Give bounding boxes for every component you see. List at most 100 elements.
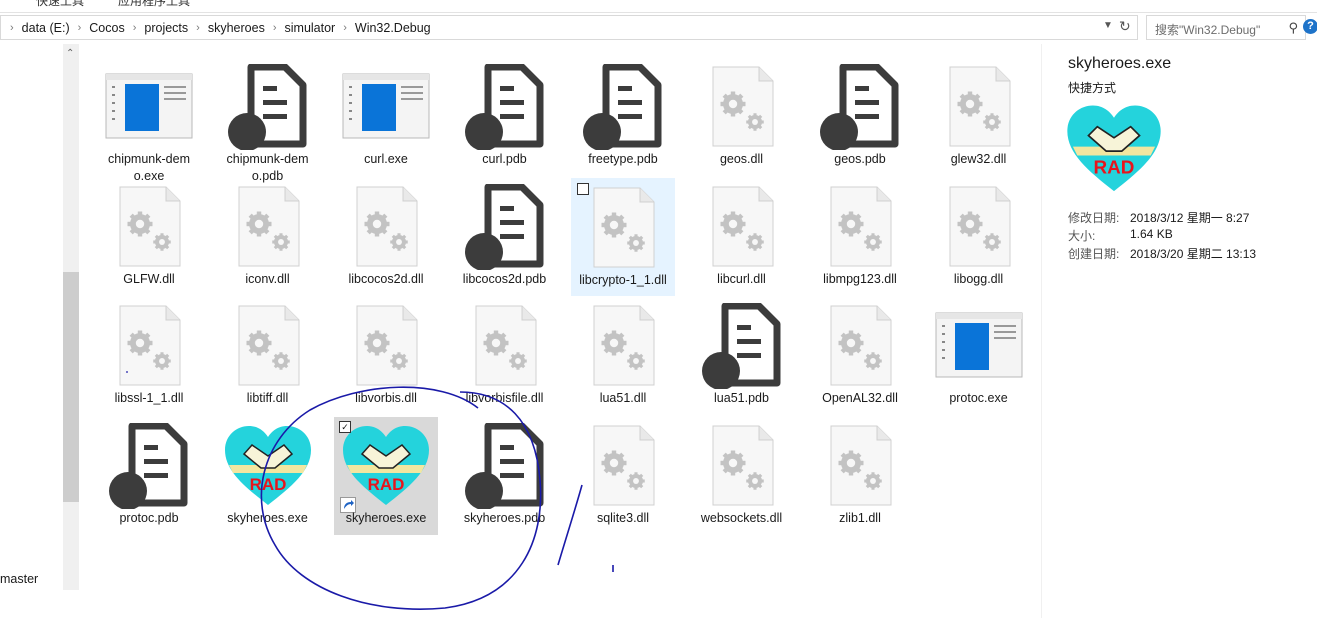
file-name: libcrypto-1_1.dll bbox=[579, 272, 667, 287]
file-item[interactable]: glew32.dll bbox=[927, 58, 1031, 176]
chevron-down-icon[interactable]: ▼ bbox=[1103, 20, 1113, 31]
pdb-file-icon bbox=[815, 63, 905, 151]
details-type: 快捷方式 bbox=[1068, 81, 1117, 95]
svg-text:RAD: RAD bbox=[368, 475, 405, 494]
file-item[interactable]: RAD ✓ skyheroes.exe bbox=[334, 416, 438, 535]
dll-gear-icon bbox=[460, 303, 550, 389]
dll-gear-icon bbox=[697, 184, 787, 270]
rad-app-icon: RAD bbox=[223, 423, 313, 509]
file-name: geos.dll bbox=[719, 152, 764, 166]
file-item[interactable]: protoc.pdb bbox=[97, 417, 201, 535]
pdb-file-icon bbox=[578, 63, 668, 151]
file-name: OpenAL32.dll bbox=[822, 391, 898, 405]
file-name: curl.pdb bbox=[482, 152, 527, 166]
search-icon[interactable]: ⚲ bbox=[1288, 20, 1298, 36]
file-name: skyheroes.pdb bbox=[463, 510, 546, 525]
file-item[interactable]: chipmunk-dem o.exe bbox=[97, 58, 201, 183]
pdb-file-icon bbox=[104, 422, 194, 510]
file-name: sqlite3.dll bbox=[596, 510, 650, 525]
pdb-file-icon bbox=[460, 422, 550, 510]
dll-gear-icon bbox=[815, 303, 905, 389]
file-item[interactable]: GLFW.dll bbox=[97, 178, 201, 296]
file-item[interactable]: sqlite3.dll bbox=[571, 417, 675, 535]
file-item[interactable]: OpenAL32.dll bbox=[808, 297, 912, 415]
file-name: libvorbis.dll bbox=[355, 391, 417, 405]
dll-gear-icon bbox=[223, 184, 313, 270]
file-item[interactable]: websockets.dll bbox=[690, 417, 794, 535]
dll-gear-icon bbox=[934, 184, 1024, 270]
dll-gear-icon bbox=[223, 303, 313, 389]
file-name: protoc.pdb bbox=[119, 510, 179, 525]
file-name: libcocos2d.dll bbox=[348, 271, 424, 286]
file-item[interactable]: libcrypto-1_1.dll bbox=[571, 177, 675, 296]
exe-window-icon bbox=[104, 64, 194, 150]
details-pane: skyheroes.exe 快捷方式 RAD 修改日期: 2018/3/12 星… bbox=[1041, 44, 1317, 618]
file-name: libssl-1_1.dll bbox=[114, 391, 184, 405]
dll-gear-icon bbox=[341, 303, 431, 389]
details-created: 创建日期: 2018/3/20 星期二 13:13 bbox=[1068, 247, 1257, 261]
search-box[interactable]: 搜索"Win32.Debug" ⚲ bbox=[1146, 15, 1306, 40]
dll-gear-icon bbox=[578, 303, 668, 389]
file-item[interactable]: freetype.pdb bbox=[571, 58, 675, 176]
file-item[interactable]: geos.dll bbox=[690, 58, 794, 176]
file-item[interactable]: libcocos2d.dll bbox=[334, 178, 438, 296]
file-item[interactable]: libssl-1_1.dll bbox=[97, 297, 201, 415]
file-item[interactable]: zlib1.dll bbox=[808, 417, 912, 535]
dll-gear-icon bbox=[697, 423, 787, 509]
file-item[interactable]: curl.pdb bbox=[453, 58, 557, 176]
exe-window-icon bbox=[934, 303, 1024, 389]
file-name: curl.exe bbox=[364, 152, 408, 166]
file-name: protoc.exe bbox=[949, 391, 1008, 405]
details-title: skyheroes.exe bbox=[1068, 55, 1172, 72]
file-item[interactable]: libogg.dll bbox=[927, 178, 1031, 296]
dll-gear-icon bbox=[578, 185, 668, 271]
file-item[interactable]: libvorbis.dll bbox=[334, 297, 438, 415]
file-item[interactable]: libtiff.dll bbox=[216, 297, 320, 415]
file-item[interactable]: lua51.pdb bbox=[690, 297, 794, 415]
file-name: zlib1.dll bbox=[839, 510, 881, 525]
pdb-file-icon bbox=[697, 302, 787, 390]
pdb-file-icon bbox=[460, 183, 550, 271]
file-name: geos.pdb bbox=[834, 152, 886, 166]
file-name: glew32.dll bbox=[950, 152, 1007, 166]
refresh-icon[interactable]: ↻ bbox=[1119, 18, 1131, 35]
dll-gear-icon bbox=[815, 184, 905, 270]
dll-gear-icon bbox=[815, 423, 905, 509]
file-item[interactable]: skyheroes.pdb bbox=[453, 417, 557, 535]
file-item[interactable]: curl.exe bbox=[334, 58, 438, 176]
item-checkbox[interactable]: ✓ bbox=[339, 420, 351, 433]
details-modified: 修改日期: 2018/3/12 星期一 8:27 bbox=[1068, 211, 1250, 225]
file-name: libtiff.dll bbox=[246, 391, 289, 405]
file-item[interactable]: iconv.dll bbox=[216, 178, 320, 296]
file-name: libogg.dll bbox=[953, 271, 1004, 286]
dll-gear-icon bbox=[341, 184, 431, 270]
file-item[interactable]: libmpg123.dll bbox=[808, 178, 912, 296]
file-name: libcurl.dll bbox=[717, 271, 766, 286]
file-item[interactable]: lua51.dll bbox=[571, 297, 675, 415]
details-size: 大小: 1.64 KB bbox=[1068, 227, 1173, 243]
file-name: libcocos2d.pdb bbox=[462, 271, 547, 286]
svg-text:RAD: RAD bbox=[249, 475, 286, 494]
file-name: lua51.dll bbox=[599, 391, 647, 405]
file-item[interactable]: geos.pdb bbox=[808, 58, 912, 176]
svg-text:RAD: RAD bbox=[1094, 157, 1135, 178]
file-item[interactable]: chipmunk-dem o.pdb bbox=[216, 58, 320, 183]
file-item[interactable]: RAD skyheroes.exe bbox=[216, 417, 320, 535]
file-name: libvorbisfile.dll bbox=[465, 391, 544, 405]
file-name: libmpg123.dll bbox=[823, 271, 897, 286]
file-grid: chipmunk-dem o.exe chipmunk-dem o.pdb curl.e… bbox=[0, 0, 1040, 618]
file-name: lua51.pdb bbox=[714, 391, 769, 405]
file-item[interactable]: protoc.exe bbox=[927, 297, 1031, 415]
file-name: skyheroes.exe bbox=[227, 510, 308, 525]
item-checkbox[interactable] bbox=[577, 182, 589, 195]
file-name: GLFW.dll bbox=[123, 271, 175, 286]
dll-gear-icon bbox=[104, 303, 194, 389]
file-name: skyheroes.exe bbox=[345, 510, 427, 525]
file-item[interactable]: libcocos2d.pdb bbox=[453, 178, 557, 296]
file-name: websockets.dll bbox=[700, 510, 783, 525]
dll-gear-icon bbox=[934, 64, 1024, 150]
file-item[interactable]: libvorbisfile.dll bbox=[453, 297, 557, 415]
file-item[interactable]: libcurl.dll bbox=[690, 178, 794, 296]
search-input[interactable]: 搜索"Win32.Debug" bbox=[1155, 21, 1260, 38]
help-icon[interactable]: ? bbox=[1303, 19, 1317, 34]
